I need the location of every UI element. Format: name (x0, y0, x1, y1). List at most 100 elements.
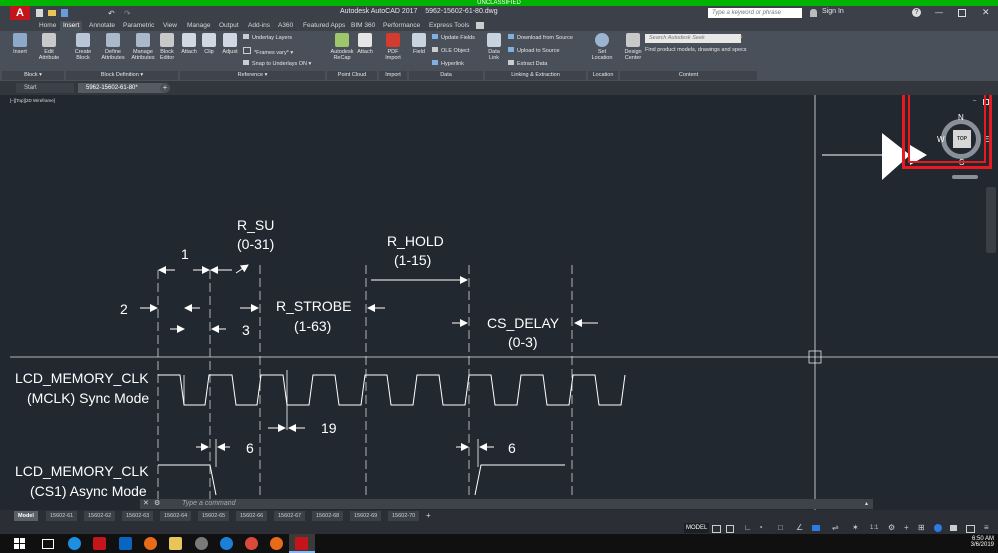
new-tab-icon[interactable]: + (160, 83, 170, 93)
tab-layout[interactable]: 15602-67 (274, 511, 306, 521)
command-line[interactable]: ✕ ⚙ Type a command ▴ (140, 499, 873, 509)
tab-add-ins[interactable]: Add-ins (245, 21, 273, 31)
tab-featured-apps[interactable]: Featured Apps (300, 21, 348, 31)
data-link-button[interactable]: Data Link (484, 33, 504, 61)
model-space-button[interactable]: MODEL (684, 523, 710, 533)
minimize-icon[interactable]: — (935, 8, 943, 17)
firefox-icon[interactable] (270, 537, 283, 550)
ribbon-options-icon[interactable] (476, 22, 484, 29)
annotation-scale[interactable]: 1:1 (870, 523, 878, 533)
underlay-layers-button[interactable]: Underlay Layers (243, 34, 292, 41)
tab-layout[interactable]: 15602-62 (84, 511, 116, 521)
tab-model[interactable]: Model (14, 511, 38, 521)
otrack-icon[interactable]: ∠ (796, 523, 803, 533)
units-icon[interactable]: ⊞ (918, 523, 925, 533)
open-icon[interactable] (48, 10, 56, 16)
add-layout-icon[interactable]: + (426, 511, 431, 521)
chrome-icon[interactable] (245, 537, 258, 550)
app-logo[interactable]: A (10, 6, 30, 20)
tab-a360[interactable]: A360 (275, 21, 296, 31)
insert-button[interactable]: Insert (8, 33, 32, 55)
tab-output[interactable]: Output (216, 21, 242, 31)
tab-start[interactable]: Start (16, 83, 74, 93)
windows-start-icon[interactable] (14, 538, 25, 549)
save-icon[interactable] (61, 9, 68, 17)
task-view-icon[interactable] (42, 539, 54, 549)
upload-to-source-button[interactable]: Upload to Source (508, 47, 560, 54)
tab-layout[interactable]: 15602-69 (350, 511, 382, 521)
file-explorer-icon[interactable] (169, 537, 182, 550)
tab-express-tools[interactable]: Express Tools (426, 21, 472, 31)
manage-attributes-button[interactable]: Manage Attributes (128, 33, 158, 61)
tab-manage[interactable]: Manage (184, 21, 214, 31)
selection-cycling-icon[interactable]: ⇌ (832, 523, 839, 533)
workspace-icon[interactable]: ⚙ (888, 523, 895, 533)
undo-icon[interactable]: ↶ (108, 9, 115, 18)
lineweight-icon[interactable] (812, 525, 820, 531)
new-icon[interactable] (36, 9, 43, 17)
snap-to-underlays-dropdown[interactable]: Snap to Underlays ON ▾ (243, 60, 311, 67)
ortho-icon[interactable]: ∟ (744, 523, 752, 533)
update-fields-button[interactable]: Update Fields (432, 34, 475, 41)
close-icon[interactable]: ✕ (982, 7, 990, 18)
clean-screen-icon[interactable] (966, 525, 975, 533)
customize-menu-icon[interactable]: ≡ (984, 523, 989, 533)
clock[interactable]: 6:50 AM 3/6/2019 (960, 536, 994, 548)
adjust-button[interactable]: Adjust (219, 33, 241, 55)
field-button[interactable]: Field (410, 33, 428, 55)
group-block[interactable]: Block ▾ (2, 71, 64, 80)
snap-icon[interactable] (726, 525, 734, 533)
extract-data-button[interactable]: Extract Data (508, 60, 547, 67)
pdf-import-button[interactable]: PDF Import (380, 33, 406, 61)
isolate-icon[interactable] (934, 524, 942, 532)
tab-insert[interactable]: Insert (60, 21, 83, 31)
maximize-icon[interactable] (958, 9, 966, 17)
group-reference[interactable]: Reference ▾ (180, 71, 325, 80)
tab-bim-360[interactable]: BIM 360 (348, 21, 378, 31)
tab-layout[interactable]: 15602-68 (312, 511, 344, 521)
tab-layout[interactable]: 15602-65 (198, 511, 230, 521)
tab-layout[interactable]: 15602-70 (388, 511, 420, 521)
frames-vary-dropdown[interactable]: *Frames vary* ▾ (243, 47, 293, 56)
design-center-button[interactable]: Design Center (620, 33, 646, 61)
tab-home[interactable]: Home (36, 21, 59, 31)
group-block-definition[interactable]: Block Definition ▾ (66, 71, 178, 80)
sign-in-button[interactable]: Sign In (822, 8, 844, 15)
set-location-button[interactable]: Set Location (590, 33, 614, 61)
command-input[interactable]: Type a command (182, 499, 236, 509)
clip-button[interactable]: Clip (200, 33, 218, 55)
navigation-bar[interactable] (986, 187, 996, 253)
help-search-input[interactable]: Type a keyword or phrase (708, 8, 802, 18)
edit-attribute-button[interactable]: Edit Attribute (34, 33, 64, 61)
outlook-icon[interactable] (119, 537, 132, 550)
grid-icon[interactable] (712, 525, 721, 533)
create-block-button[interactable]: Create Block (70, 33, 96, 61)
customize-command-icon[interactable]: ⚙ (154, 499, 160, 509)
tab-view[interactable]: View (160, 21, 180, 31)
annotation-monitor-icon[interactable]: + (904, 523, 909, 533)
command-dropdown-icon[interactable]: ▴ (865, 499, 868, 509)
tab-layout[interactable]: 15602-63 (122, 511, 154, 521)
tab-performance[interactable]: Performance (380, 21, 423, 31)
tab-drawing[interactable]: 5962-15602-61-80* (78, 83, 166, 93)
close-command-icon[interactable]: ✕ (143, 499, 149, 509)
firefox-icon[interactable] (144, 537, 157, 550)
attach-point-cloud-button[interactable]: Attach (354, 33, 376, 55)
seek-search-icon[interactable]: ⌕ (739, 34, 743, 42)
autocad-active-task[interactable] (289, 534, 315, 553)
tab-layout[interactable]: 15602-66 (236, 511, 268, 521)
tab-layout[interactable]: 15602-61 (46, 511, 78, 521)
hardware-acceleration-icon[interactable] (950, 525, 957, 531)
download-from-source-button[interactable]: Download from Source (508, 34, 573, 41)
define-attributes-button[interactable]: Define Attributes (98, 33, 128, 61)
help-icon[interactable]: ? (912, 8, 921, 17)
block-editor-button[interactable]: Block Editor (156, 33, 178, 61)
redo-icon[interactable]: ↷ (124, 9, 131, 18)
wcs-menu[interactable] (952, 175, 978, 179)
drawing-canvas[interactable]: [–][Top][2D Wireframe] R_SU (0-31) R_HOL… (0, 95, 998, 510)
polar-icon[interactable]: ◔ (758, 523, 763, 533)
osnap-icon[interactable]: □ (778, 523, 783, 533)
tab-annotate[interactable]: Annotate (86, 21, 118, 31)
internet-explorer-icon[interactable] (68, 537, 81, 550)
ole-object-button[interactable]: OLE Object (432, 47, 469, 54)
